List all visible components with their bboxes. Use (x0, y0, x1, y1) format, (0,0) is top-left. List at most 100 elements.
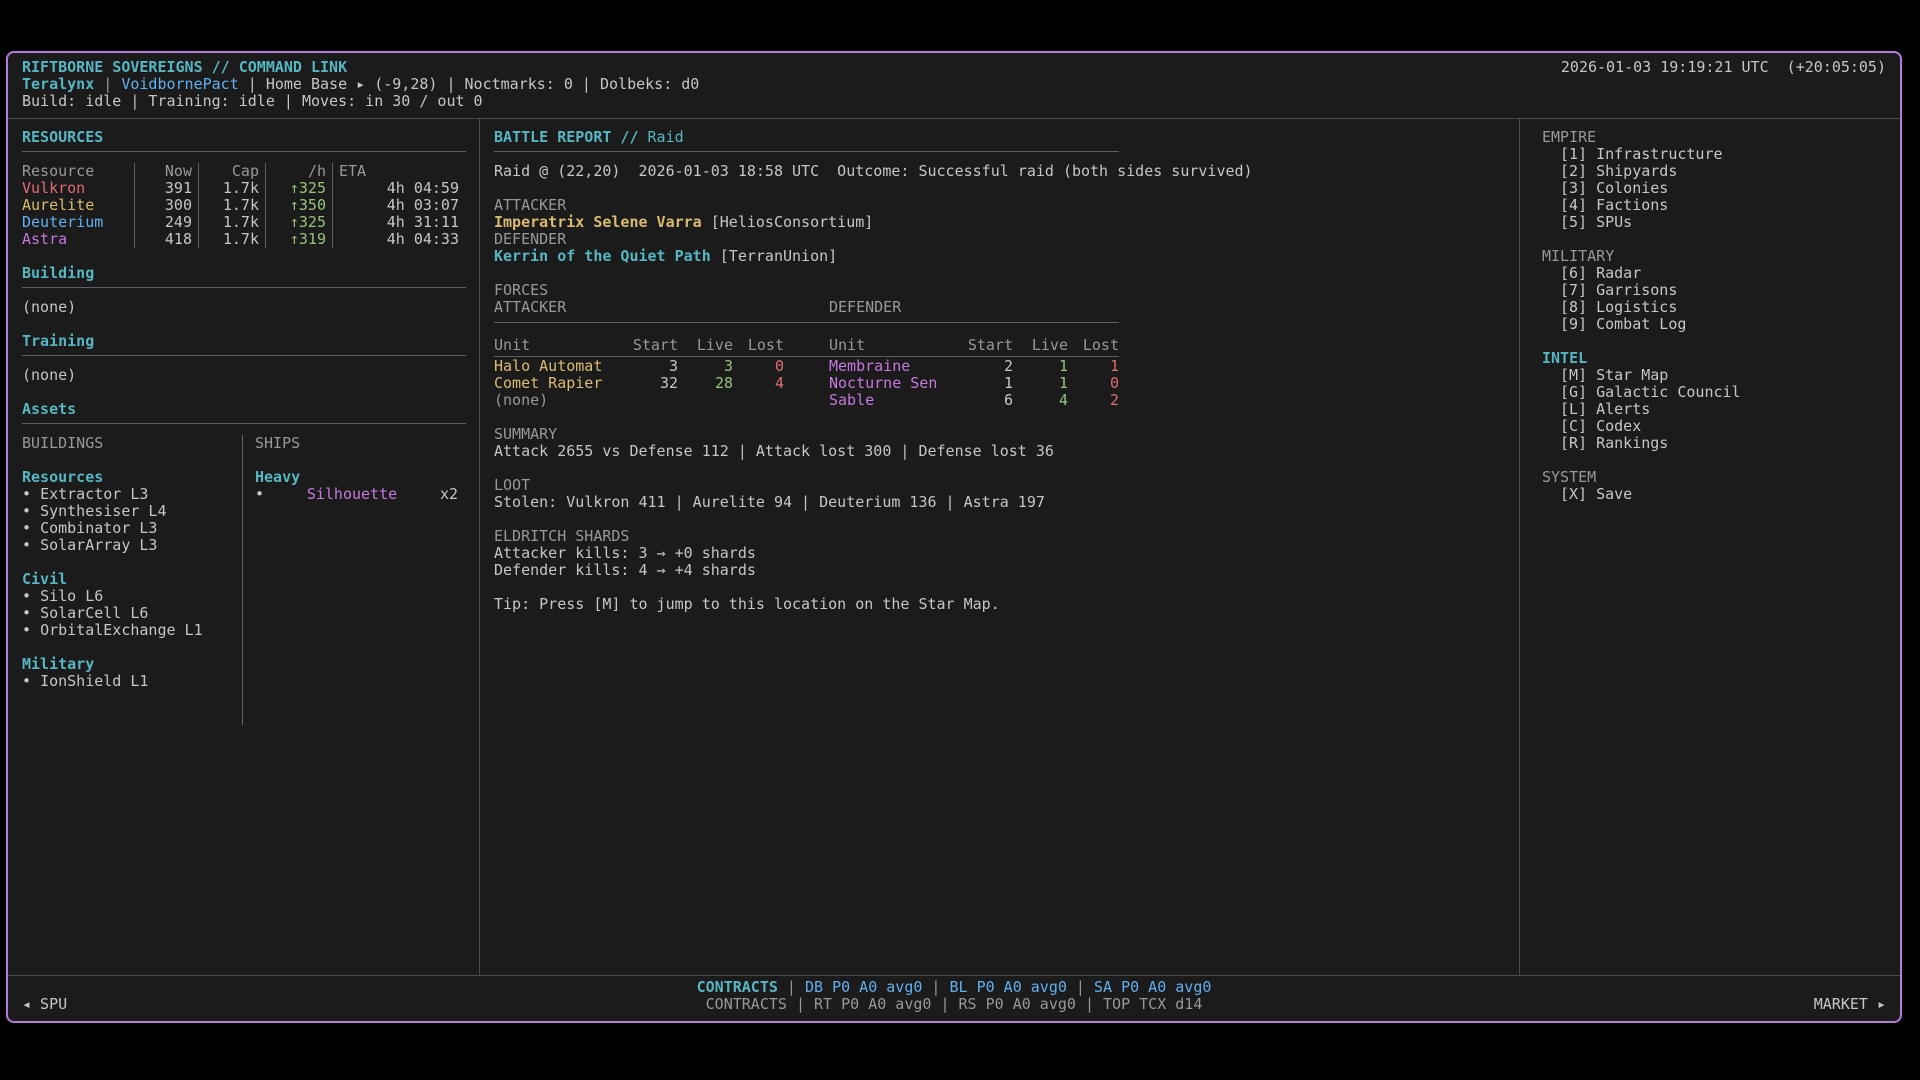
menu-item-codex[interactable]: [C] Codex (1560, 418, 1886, 435)
divider (22, 355, 466, 356)
ship-item: Silhouette x2 (255, 486, 458, 503)
menu-item-alerts[interactable]: [L]Alerts (1560, 401, 1886, 418)
summary-label: SUMMARY (494, 426, 1505, 443)
unit-live: 3 (678, 358, 733, 375)
hotkey: [G] (1560, 384, 1587, 401)
summary-text: Attack 2655 vs Defense 112 | Attack lost… (494, 443, 1505, 460)
menu-item-spus[interactable]: [5]SPUs (1560, 214, 1886, 231)
menu-item-save[interactable]: [X]Save (1560, 486, 1886, 503)
defender-forces-table: Unit Start Live Lost Membraine 2 1 1 Noc… (829, 337, 1119, 409)
app-title: RIFTBORNE SOVEREIGNS // COMMAND LINK (22, 59, 347, 76)
resource-name: Astra (22, 231, 134, 248)
menu-item-shipyards[interactable]: [2]Shipyards (1560, 163, 1886, 180)
hotkey: [7] (1560, 282, 1587, 299)
buildings-header: BUILDINGS (22, 435, 242, 452)
group-resources: Resources (22, 469, 242, 486)
unit-name: Nocturne Sen (829, 375, 949, 392)
resource-row-vulkron: Vulkron 391 1.7k ↑325 4h 04:59 (22, 180, 465, 197)
resource-eta: 4h 31:11 (332, 214, 459, 231)
unit-start: 2 (949, 358, 1013, 375)
resource-rate: ↑325 (265, 214, 332, 231)
hotkey: [3] (1560, 180, 1587, 197)
menu-item-combat-log[interactable]: [9] Combat Log (1560, 316, 1886, 333)
menu-item-rankings[interactable]: [R] Rankings (1560, 435, 1886, 452)
building-item: SolarArray L3 (22, 537, 242, 554)
defender-faction: [TerranUnion] (711, 247, 837, 265)
loot-label: LOOT (494, 477, 1505, 494)
market-nav[interactable]: MARKET ▸ (1814, 996, 1886, 1013)
col-start: Start (614, 337, 678, 358)
buildings-list: BUILDINGS Resources Extractor L3 Synthes… (22, 435, 243, 725)
group-military: Military (22, 656, 242, 673)
training-title: Training (22, 333, 465, 350)
unit-live: 1 (1013, 375, 1068, 392)
building-item: IonShield L1 (22, 673, 242, 690)
hotkey: [8] (1560, 299, 1587, 316)
menu-item-galactic-council[interactable]: [G] Galactic Council (1560, 384, 1886, 401)
forces-tables: Unit Start Live Lost Halo Automat 3 3 0 … (494, 337, 1119, 409)
group-civil: Civil (22, 571, 242, 588)
unit-start: 3 (614, 358, 678, 375)
attacker-identity: Imperatrix Selene Varra [HeliosConsortiu… (494, 214, 1505, 231)
hotkey: [4] (1560, 197, 1587, 214)
menu-item-label: Radar (1596, 264, 1641, 282)
menu-item-label: Rankings (1596, 434, 1668, 452)
location-status: | Home Base ▸ (-9,28) | Noctmarks: 0 | D… (239, 75, 700, 93)
ticker-seg: TOP TCX d14 (1103, 995, 1202, 1013)
clock: 2026-01-03 19:19:21 UTC (+20:05:05) (1561, 59, 1886, 76)
hotkey: [9] (1560, 316, 1587, 333)
shards-attacker-line: Attacker kills: 3 → +0 shards (494, 545, 1505, 562)
resource-now: 300 (134, 197, 198, 214)
header: RIFTBORNE SOVEREIGNS // COMMAND LINK 202… (8, 53, 1900, 119)
unit-lost: 2 (1068, 392, 1119, 409)
menu-item-infrastructure[interactable]: [1]Infrastructure (1560, 146, 1886, 163)
resources-table-header: Resource Now Cap /h ETA (22, 163, 465, 180)
resources-title: RESOURCES (22, 129, 465, 146)
overview-column: RESOURCES Resource Now Cap /h ETA Vulkro… (8, 119, 480, 975)
attacker-forces-table: Unit Start Live Lost Halo Automat 3 3 0 … (494, 337, 784, 409)
resource-row-deuterium: Deuterium 249 1.7k ↑325 4h 31:11 (22, 214, 465, 231)
building-title: Building (22, 265, 465, 282)
tip-text: Tip: Press [M] to jump to this location … (494, 596, 1505, 613)
menu-title-military: MILITARY (1542, 248, 1886, 265)
ship-count: x2 (440, 486, 458, 503)
menu-item-label: Codex (1596, 417, 1641, 435)
menu-item-logistics[interactable]: [8]Logistics (1560, 299, 1886, 316)
unit-name: Membraine (829, 358, 949, 375)
menu-item-radar[interactable]: [6] Radar (1560, 265, 1886, 282)
ticker-seg: DB P0 A0 avg0 (805, 978, 922, 996)
col-live: Live (1013, 337, 1068, 358)
divider (494, 151, 1119, 152)
unit-name: Comet Rapier (494, 375, 614, 392)
training-status: (none) (22, 367, 465, 384)
unit-name: Sable (829, 392, 949, 409)
attacker-name: Imperatrix Selene Varra (494, 213, 702, 231)
hotkey: [C] (1560, 418, 1587, 435)
contracts-label[interactable]: CONTRACTS (697, 978, 778, 996)
menu-item-label: Colonies (1596, 179, 1668, 197)
unit-start (614, 392, 678, 409)
contracts-label[interactable]: CONTRACTS (706, 995, 787, 1013)
col-live: Live (678, 337, 733, 358)
menu-item-label: Galactic Council (1596, 383, 1741, 401)
resource-rate: ↑350 (265, 197, 332, 214)
menu-item-garrisons[interactable]: [7]Garrisons (1560, 282, 1886, 299)
resource-eta: 4h 04:33 (332, 231, 459, 248)
defender-label: DEFENDER (494, 231, 1505, 248)
ships-header: SHIPS (255, 435, 465, 452)
ticker-seg: RT P0 A0 avg0 (814, 995, 931, 1013)
hotkey: [6] (1560, 265, 1587, 282)
hotkey: [R] (1560, 435, 1587, 452)
menu-item-factions[interactable]: [4]Factions (1560, 197, 1886, 214)
menu-item-colonies[interactable]: [3] Colonies (1560, 180, 1886, 197)
menu-title-empire: EMPIRE (1542, 129, 1886, 146)
building-item: OrbitalExchange L1 (22, 622, 242, 639)
forces-label: FORCES (494, 282, 1505, 299)
menu-item-star-map[interactable]: [M]Star Map (1560, 367, 1886, 384)
menu-item-label: Combat Log (1596, 315, 1686, 333)
unit-start: 32 (614, 375, 678, 392)
col-now: Now (134, 163, 198, 180)
col-resource: Resource (22, 163, 134, 180)
ship-name: Silhouette (307, 486, 397, 503)
spu-nav[interactable]: ◂ SPU (22, 996, 67, 1013)
